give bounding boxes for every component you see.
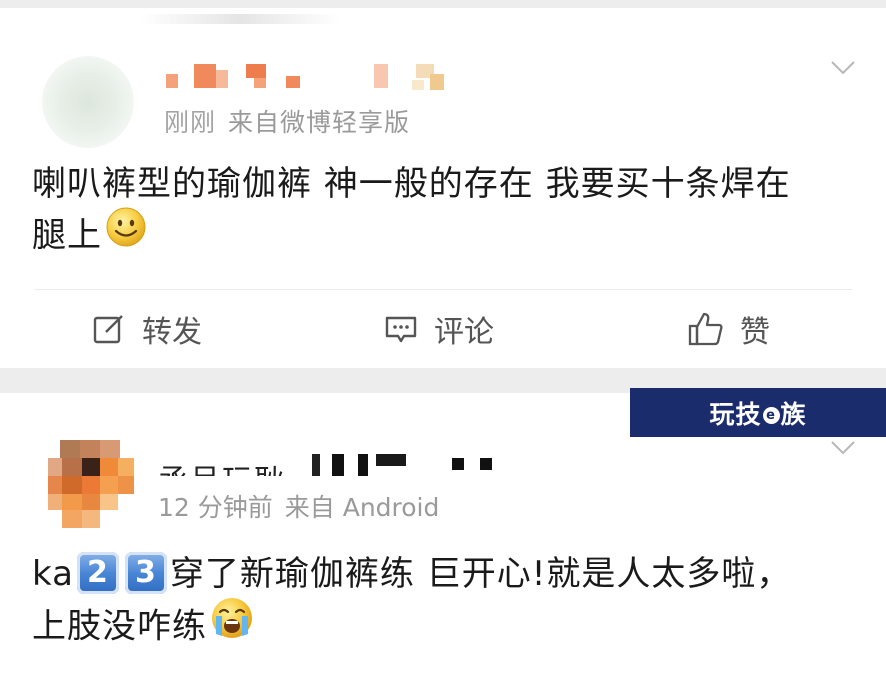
post-body-line-2-text: 上肢没咋练 — [32, 606, 207, 647]
post-body-line-1: ka 2 3 穿了新瑜伽裤练 巨开心!就是人太多啦， — [32, 550, 791, 599]
post-meta: 12 分钟前 来自 Android — [158, 495, 439, 520]
blurred-top-edge — [140, 14, 340, 24]
post-body-prefix: ka — [32, 554, 74, 594]
username-text: 丞呈玩耿 — [158, 456, 286, 476]
username-censor-blocks — [312, 454, 492, 476]
watermark-e-badge: e — [762, 407, 780, 424]
repost-button[interactable]: 转发 — [92, 308, 202, 350]
like-button[interactable]: 赞 — [688, 308, 770, 350]
avatar-pixelated[interactable] — [48, 440, 136, 528]
avatar-blurred[interactable] — [42, 56, 134, 148]
post-body-line-2: 腿上 — [32, 206, 791, 265]
post-source[interactable]: 来自 Android — [285, 493, 440, 522]
post-source[interactable]: 来自微博轻享版 — [228, 108, 410, 137]
username-pixelated[interactable] — [160, 60, 460, 100]
screenshot-page: 刚刚 来自微博轻享版 喇叭裤型的瑜伽裤 神一般的存在 我要买十条焊在 腿上 转发… — [0, 0, 886, 675]
watermark-text-2: 族 — [780, 399, 807, 429]
like-label: 赞 — [740, 315, 770, 350]
chevron-down-icon[interactable] — [830, 60, 856, 76]
thumbs-up-icon — [688, 312, 723, 346]
smile-emoji-icon — [105, 206, 147, 262]
post-body: 喇叭裤型的瑜伽裤 神一般的存在 我要买十条焊在 腿上 — [32, 160, 791, 265]
weibo-post-card-1: 刚刚 来自微博轻享版 喇叭裤型的瑜伽裤 神一般的存在 我要买十条焊在 腿上 转发… — [0, 8, 886, 368]
post-meta: 刚刚 来自微博轻享版 — [164, 110, 410, 135]
watermark-logo: 玩技 e 族 — [630, 388, 886, 437]
keycap-3-emoji-icon: 3 — [124, 551, 167, 594]
post-time: 12 分钟前 — [158, 493, 273, 522]
repost-label: 转发 — [142, 315, 202, 350]
crying-emoji-icon — [210, 596, 254, 654]
comment-icon — [385, 316, 417, 343]
comment-label: 评论 — [434, 315, 494, 350]
watermark-text-1: 玩技 — [709, 399, 762, 429]
post-body: ka 2 3 穿了新瑜伽裤练 巨开心!就是人太多啦， 上肢没咋练 — [32, 550, 791, 657]
action-divider — [34, 289, 852, 290]
post-body-line-1: 喇叭裤型的瑜伽裤 神一般的存在 我要买十条焊在 — [32, 164, 791, 204]
post-body-line-2: 上肢没咋练 — [32, 596, 791, 657]
keycap-2-emoji-icon: 2 — [76, 551, 119, 594]
post-body-line-1-text: 穿了新瑜伽裤练 巨开心!就是人太多啦， — [169, 554, 792, 594]
username-partial[interactable]: 丞呈玩耿 — [158, 446, 286, 476]
chevron-down-icon[interactable] — [830, 440, 856, 456]
comment-button[interactable]: 评论 — [384, 308, 494, 350]
post-body-line-2-text: 腿上 — [32, 215, 102, 256]
post-time: 刚刚 — [164, 108, 217, 137]
repost-icon — [93, 315, 123, 344]
